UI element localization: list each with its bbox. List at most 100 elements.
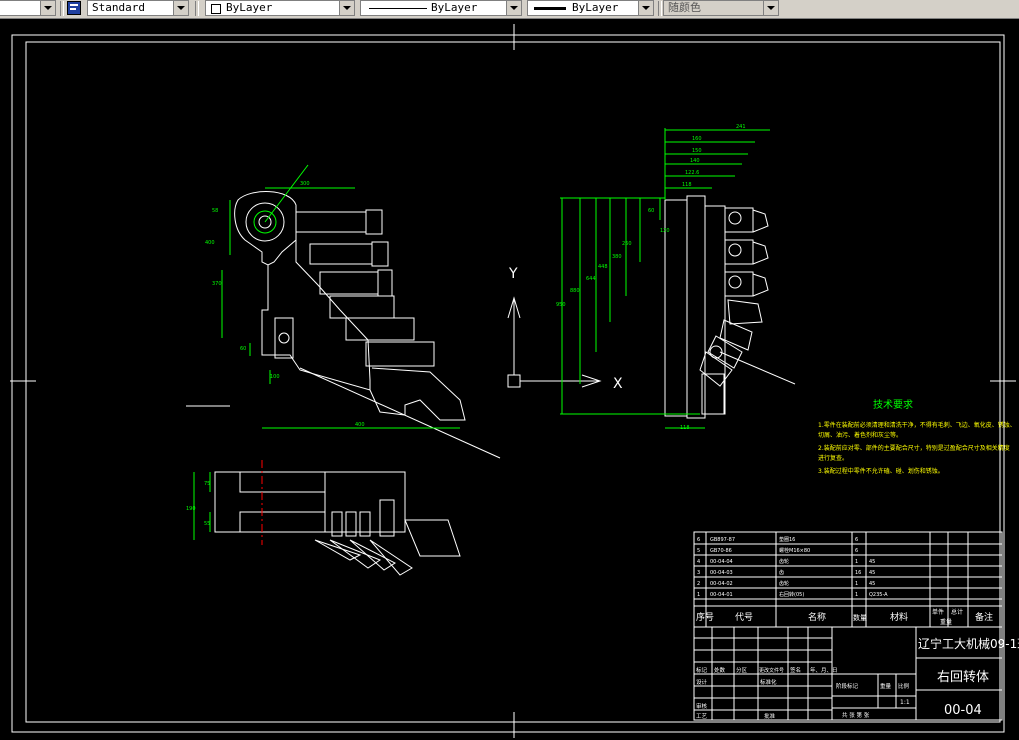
axis-y-label: Y xyxy=(508,266,518,282)
designer-label: 设计 xyxy=(696,678,708,686)
bom-name: 右回转(05) xyxy=(779,591,804,598)
bom-header-no: 序号 xyxy=(696,611,714,623)
dim-label: 58 xyxy=(212,208,218,214)
dim-label: 118 xyxy=(680,425,690,431)
count-label: 处数 xyxy=(714,666,726,674)
zone-label: 分区 xyxy=(736,666,748,674)
drawing-frame xyxy=(10,24,1016,738)
part-name: 右回转体 xyxy=(937,670,989,685)
dim-label: 100 xyxy=(270,374,280,380)
chevron-down-icon[interactable] xyxy=(763,1,778,15)
bom-no: 3 xyxy=(697,570,700,576)
bom-material: Q235-A xyxy=(869,592,888,598)
bom-header-remark: 备注 xyxy=(975,611,993,623)
bom-qty: 1 xyxy=(855,559,858,565)
title-block-text: 辽宁工大机械09-1班 右回转体 00-04 1:1 标记 处数 分区 更改文件… xyxy=(696,636,1019,720)
bom-qty: 1 xyxy=(855,581,858,587)
text-style-icon[interactable] xyxy=(67,1,81,15)
dim-label: 380 xyxy=(612,254,622,260)
front-view-dims: 300 400 370 58 60 100 400 xyxy=(205,181,365,428)
side-view xyxy=(664,195,796,419)
bom-code: 00-04-04 xyxy=(710,559,733,565)
technical-requirements: 技术要求 1.零件在装配前必须清理和清洗干净，不得有毛刺、飞边、氧化皮、锈蚀、 … xyxy=(818,398,1016,475)
bom-qty: 6 xyxy=(855,548,858,554)
side-view-dims: 241 160 150 140 122.6 118 118 60 120 260… xyxy=(556,124,746,431)
dim-label: 120 xyxy=(660,228,670,234)
dim-label: 140 xyxy=(690,158,700,164)
drawing-number: 00-04 xyxy=(944,703,982,718)
bom-header-qty: 数量 xyxy=(853,613,867,622)
scale-value: 1:1 xyxy=(900,699,910,706)
toolbar-separator xyxy=(60,1,64,16)
bom-material: 45 xyxy=(869,559,875,565)
bom-rows: 6 GB897-87 垫圈16 6 5 GB70-86 螺栓M16×80 6 4… xyxy=(697,536,888,598)
bom-code: GB897-87 xyxy=(710,537,735,543)
change-doc-label: 更改文件号 xyxy=(759,667,784,674)
ucs-axis-icon xyxy=(507,296,602,388)
lineweight-value: ByLayer xyxy=(572,1,619,14)
chevron-down-icon[interactable] xyxy=(339,1,354,15)
dim-label: 241 xyxy=(736,124,746,130)
top-view-dims: 190 75 55 xyxy=(186,481,210,527)
linetype-scale-combo[interactable] xyxy=(0,0,56,16)
color-value: ByLayer xyxy=(226,1,273,14)
sheets-label: 共 张 第 张 xyxy=(842,711,870,719)
drawing-canvas[interactable]: 300 400 370 58 60 100 400 Y X 241 160 15… xyxy=(0,19,1019,740)
dim-label: 150 xyxy=(692,148,702,154)
bom-no: 1 xyxy=(697,592,700,598)
bom-material: 45 xyxy=(869,581,875,587)
plot-style-combo[interactable]: 随颜色 xyxy=(663,0,779,16)
weight-label: 重量 xyxy=(880,682,892,690)
bom-name: 齿轮 xyxy=(779,580,789,587)
linetype-combo[interactable]: ByLayer xyxy=(360,0,522,16)
dim-label: 950 xyxy=(556,302,566,308)
dim-label: 260 xyxy=(622,241,632,247)
chevron-down-icon[interactable] xyxy=(173,1,188,15)
dim-label: 190 xyxy=(186,506,196,512)
reviewer-label: 审核 xyxy=(696,702,708,710)
bom-no: 6 xyxy=(697,537,700,543)
dim-label: 400 xyxy=(355,422,365,428)
lineweight-combo[interactable]: ByLayer xyxy=(527,0,654,16)
sign-label: 签名 xyxy=(790,666,801,674)
color-combo[interactable]: ByLayer xyxy=(205,0,355,16)
dim-label: 880 xyxy=(570,288,580,294)
scale-label: 比例 xyxy=(898,682,910,690)
text-style-combo[interactable]: Standard xyxy=(87,0,189,16)
properties-toolbar: Standard ByLayer ByLayer ByLayer 随颜色 xyxy=(0,0,1019,19)
standardize-label: 标准化 xyxy=(760,678,777,686)
chevron-down-icon[interactable] xyxy=(506,1,521,15)
dim-label: 160 xyxy=(692,136,702,142)
dim-label: 122.6 xyxy=(685,170,699,176)
color-swatch-icon xyxy=(211,4,221,14)
tech-line: 2.装配前应对零、部件的主要配合尺寸，特别是过盈配合尺寸及相关精度 xyxy=(818,444,1010,452)
mark-label: 标记 xyxy=(696,666,708,674)
tech-title: 技术要求 xyxy=(873,398,913,411)
bom-header-weight: 重量 xyxy=(940,618,952,626)
dim-label: 55 xyxy=(204,521,210,527)
dim-label: 118 xyxy=(682,182,692,188)
stage-label: 阶段标记 xyxy=(836,682,859,690)
dim-label: 300 xyxy=(300,181,310,187)
dim-label: 644 xyxy=(586,276,596,282)
bom-qty: 1 xyxy=(855,592,858,598)
bom-no: 2 xyxy=(697,581,700,587)
school-name: 辽宁工大机械09-1班 xyxy=(918,636,1019,651)
bom-header-total: 总计 xyxy=(951,608,963,616)
lineweight-sample-icon xyxy=(534,7,566,10)
bom-qty: 6 xyxy=(855,537,858,543)
process-label: 工艺 xyxy=(696,713,708,720)
tech-line: 1.零件在装配前必须清理和清洗干净，不得有毛刺、飞边、氧化皮、锈蚀、 xyxy=(818,421,1016,429)
chevron-down-icon[interactable] xyxy=(638,1,653,15)
bom-name: 垫圈16 xyxy=(779,536,795,543)
bom-name: 齿 xyxy=(779,570,784,576)
bom-no: 4 xyxy=(697,559,700,565)
bom-qty: 16 xyxy=(855,570,861,576)
bom-material: 45 xyxy=(869,570,875,576)
dim-label: 75 xyxy=(204,481,210,487)
linetype-sample-icon xyxy=(369,8,427,9)
bom-no: 5 xyxy=(697,548,700,554)
tech-line: 切屑、油污、着色剂和灰尘等。 xyxy=(818,431,902,439)
tech-line: 进行复查。 xyxy=(818,454,848,462)
chevron-down-icon[interactable] xyxy=(40,1,55,15)
